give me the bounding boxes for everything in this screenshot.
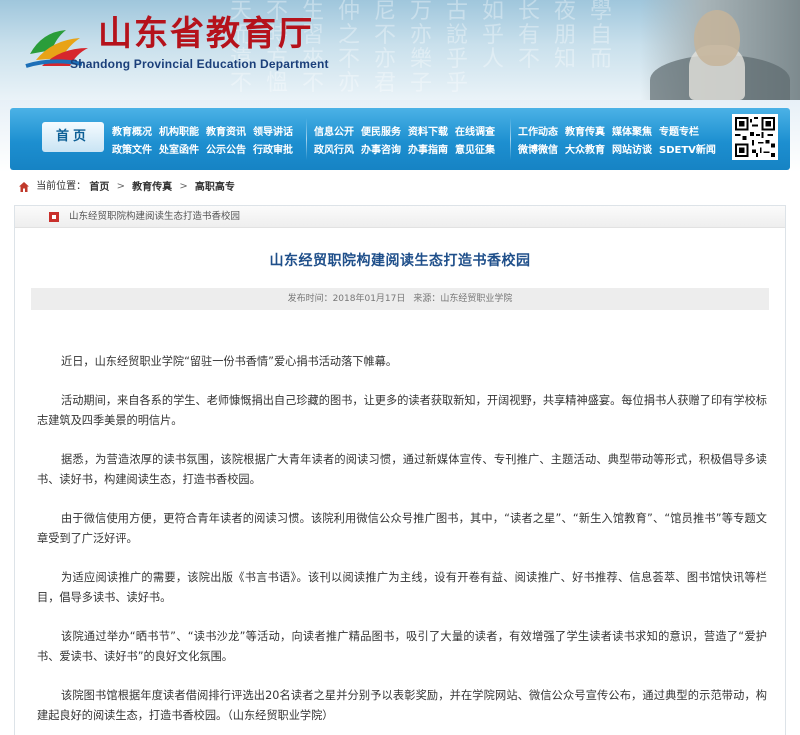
- article-header-label: 山东经贸职院构建阅读生态打造书香校园: [69, 211, 241, 222]
- nav-link[interactable]: 办事指南: [408, 142, 448, 160]
- article-body: 近日，山东经贸职业学院“留驻一份书香情”爱心捐书活动落下帷幕。 活动期间，来自各…: [37, 352, 767, 735]
- breadcrumb-prefix: 当前位置：: [36, 181, 87, 192]
- article-paragraph: 近日，山东经贸职业学院“留驻一份书香情”爱心捐书活动落下帷幕。: [61, 355, 398, 368]
- nav-link[interactable]: 政策文件: [112, 142, 152, 160]
- nav-link[interactable]: 公示公告: [206, 142, 246, 160]
- nav-group-about: 教育概况 机构职能 教育资讯 领导讲话 政策文件 处室函件 公示公告 行政审批: [112, 120, 300, 156]
- nav-divider: [510, 118, 511, 160]
- nav-link[interactable]: 处室函件: [159, 142, 199, 160]
- article-header-bar: 山东经贸职院构建阅读生态打造书香校园: [15, 206, 785, 228]
- article-container: 山东经贸职院构建阅读生态打造书香校园 山东经贸职院构建阅读生态打造书香校园 发布…: [14, 205, 786, 735]
- nav-link[interactable]: 大众教育: [565, 142, 605, 160]
- article-paragraph: 该院通过举办“晒书节”、“读书沙龙”等活动，向读者推广精品图书，吸引了大量的读者…: [37, 630, 767, 663]
- nav-link[interactable]: 办事咨询: [361, 142, 401, 160]
- breadcrumb-separator: >: [116, 181, 125, 192]
- article-paragraph: 据悉，为营造浓厚的读书氛围，该院根据广大青年读者的阅读习惯，通过新媒体宣传、专刊…: [37, 453, 767, 486]
- article-source: 来源：山东经贸职业学院: [413, 294, 513, 304]
- site-banner: 天不生仲尼万古如长夜學而時習之不亦說乎有朋自遠方來不亦樂乎人不知而不慍不亦君子乎…: [0, 0, 800, 100]
- nav-link[interactable]: 政风行风: [314, 142, 354, 160]
- breadcrumb-home-link[interactable]: 首页: [89, 182, 109, 193]
- nav-home-button[interactable]: 首页: [42, 122, 104, 152]
- article-paragraph: 为适应阅读推广的需要，该院出版《书言书语》。该刊以阅读推广为主线，设有开卷有益、…: [37, 571, 767, 604]
- breadcrumb: 当前位置： 首页 > 教育传真 > 高职高专: [0, 176, 800, 198]
- nav-divider: [306, 118, 307, 160]
- qr-code-icon[interactable]: [732, 114, 778, 160]
- breadcrumb-section-link[interactable]: 高职高专: [195, 182, 235, 193]
- article-meta: 发布时间：2018年01月17日 来源：山东经贸职业学院: [31, 288, 769, 310]
- nav-link[interactable]: 意见征集: [455, 142, 495, 160]
- nav-group-services: 信息公开 便民服务 资料下载 在线调查 政风行风 办事咨询 办事指南 意见征集: [314, 120, 502, 156]
- article-title: 山东经贸职院构建阅读生态打造书香校园: [269, 253, 531, 269]
- site-subtitle: Shandong Provincial Education Department: [70, 57, 329, 71]
- nav-link[interactable]: 行政审批: [253, 142, 293, 160]
- nav-link[interactable]: 网站访谈: [612, 142, 652, 160]
- article-paragraph: 该院图书馆根据年度读者借阅排行评选出20名读者之星并分别予以表彰奖励，并在学院网…: [37, 689, 767, 722]
- home-icon: [19, 182, 29, 192]
- confucius-portrait: [640, 0, 800, 100]
- nav-group-news: 工作动态 教育传真 媒体聚焦 专题专栏 微博微信 大众教育 网站访谈 SDETV新闻: [518, 120, 723, 156]
- main-navigation: 首页 教育概况 机构职能 教育资讯 领导讲话 政策文件 处室函件 公示公告 行政审批 信息公…: [10, 108, 790, 170]
- nav-link[interactable]: SDETV新闻: [659, 142, 716, 160]
- nav-link[interactable]: 微博微信: [518, 142, 558, 160]
- article-paragraph: 由于微信使用方便，更符合青年读者的阅读习惯。该院利用微信公众号推广图书，其中，“…: [37, 512, 767, 545]
- breadcrumb-separator: >: [179, 181, 188, 192]
- site-title[interactable]: 山东省教育厅: [98, 14, 314, 54]
- article-paragraph: 活动期间，来自各系的学生、老师慷慨捐出自己珍藏的图书，让更多的读者获取新知，开阔…: [37, 394, 767, 427]
- breadcrumb-category-link[interactable]: 教育传真: [132, 182, 172, 193]
- bullet-square-icon: [49, 212, 59, 222]
- navigation-area: 首页 教育概况 机构职能 教育资讯 领导讲话 政策文件 处室函件 公示公告 行政审批 信息公…: [0, 100, 800, 172]
- publish-date: 发布时间：2018年01月17日: [287, 294, 406, 304]
